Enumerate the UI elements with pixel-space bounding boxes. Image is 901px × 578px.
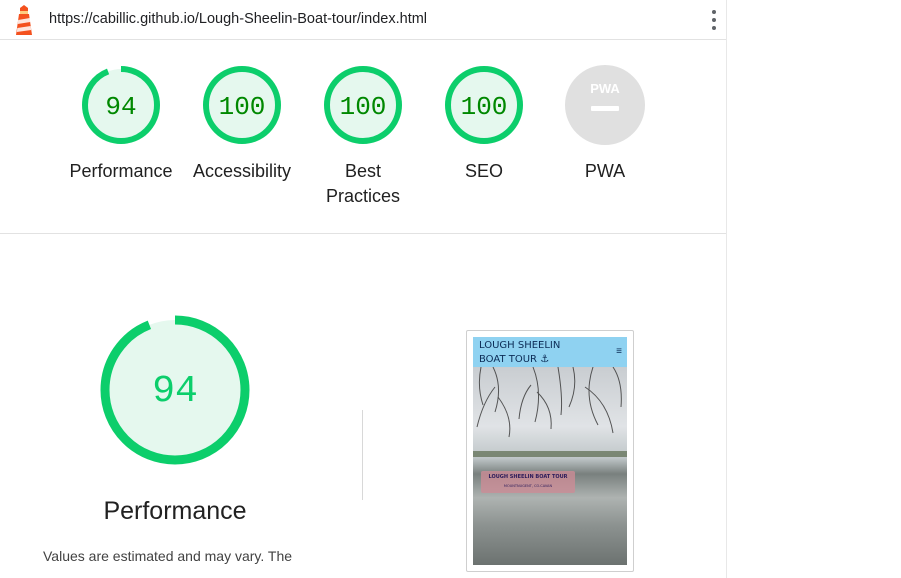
performance-score: 94: [152, 370, 198, 413]
pwa-badge-text: PWA: [590, 81, 620, 96]
tree-branches-icon: [473, 367, 627, 457]
gauge-score: 100: [340, 92, 387, 122]
gauge-score: 100: [461, 92, 508, 122]
gauge-score: 94: [105, 92, 136, 122]
gauge-pwa[interactable]: PWA PWA: [545, 64, 665, 184]
category-gauges: 94 Performance 100 Accessibility 100 Bes…: [0, 40, 726, 234]
gauge-accessibility[interactable]: 100 Accessibility: [182, 64, 302, 184]
performance-title: Performance: [103, 497, 247, 525]
score-gauge: 94: [82, 66, 160, 144]
performance-description: Values are estimated and may vary. The: [43, 548, 293, 564]
hero-banner-subtitle: MOUNTNUGENT, CO.CAVAN: [503, 484, 553, 488]
score-gauge: 100: [445, 66, 523, 144]
gauge-label: Accessibility: [192, 161, 292, 181]
gauge-label: PWA: [584, 161, 626, 181]
lighthouse-report: https://cabillic.github.io/Lough-Sheelin…: [0, 0, 727, 578]
gauge-seo[interactable]: 100 SEO: [424, 64, 544, 184]
site-title-line1: LOUGH SHEELIN: [479, 340, 561, 351]
score-gauge: 94: [100, 315, 250, 465]
report-topbar: https://cabillic.github.io/Lough-Sheelin…: [0, 0, 726, 40]
section-divider: [362, 410, 363, 500]
hamburger-menu-icon: ≡: [616, 346, 622, 357]
report-url: https://cabillic.github.io/Lough-Sheelin…: [49, 11, 428, 27]
score-gauge: 100: [203, 66, 281, 144]
final-screenshot[interactable]: LOUGH SHEELIN BOAT TOUR ⚓ ≡ LOUGH SHEELI…: [466, 330, 634, 572]
gauge-label: Best Practices: [325, 161, 401, 206]
hero-banner: LOUGH SHEELIN BOAT TOUR MOUNTNUGENT, CO.…: [481, 471, 575, 493]
site-title: LOUGH SHEELIN BOAT TOUR ⚓: [479, 339, 560, 367]
gauge-score: 100: [219, 92, 266, 122]
pwa-badge-icon: PWA: [565, 65, 645, 145]
more-options-icon[interactable]: [707, 8, 721, 32]
hero-banner-title: LOUGH SHEELIN BOAT TOUR: [488, 474, 568, 480]
gauge-label: Performance: [69, 161, 173, 181]
gauge-performance[interactable]: 94 Performance: [61, 64, 181, 184]
gauge-label: SEO: [464, 161, 503, 181]
hero-image: LOUGH SHEELIN BOAT TOUR MOUNTNUGENT, CO.…: [473, 367, 627, 565]
lighthouse-logo-icon: [16, 5, 32, 35]
gauge-best-practices[interactable]: 100 Best Practices: [303, 64, 423, 209]
site-header: LOUGH SHEELIN BOAT TOUR ⚓ ≡: [473, 337, 627, 367]
score-gauge: 100: [324, 66, 402, 144]
performance-gauge: 94: [100, 315, 250, 465]
site-title-line2: BOAT TOUR ⚓: [479, 354, 550, 365]
